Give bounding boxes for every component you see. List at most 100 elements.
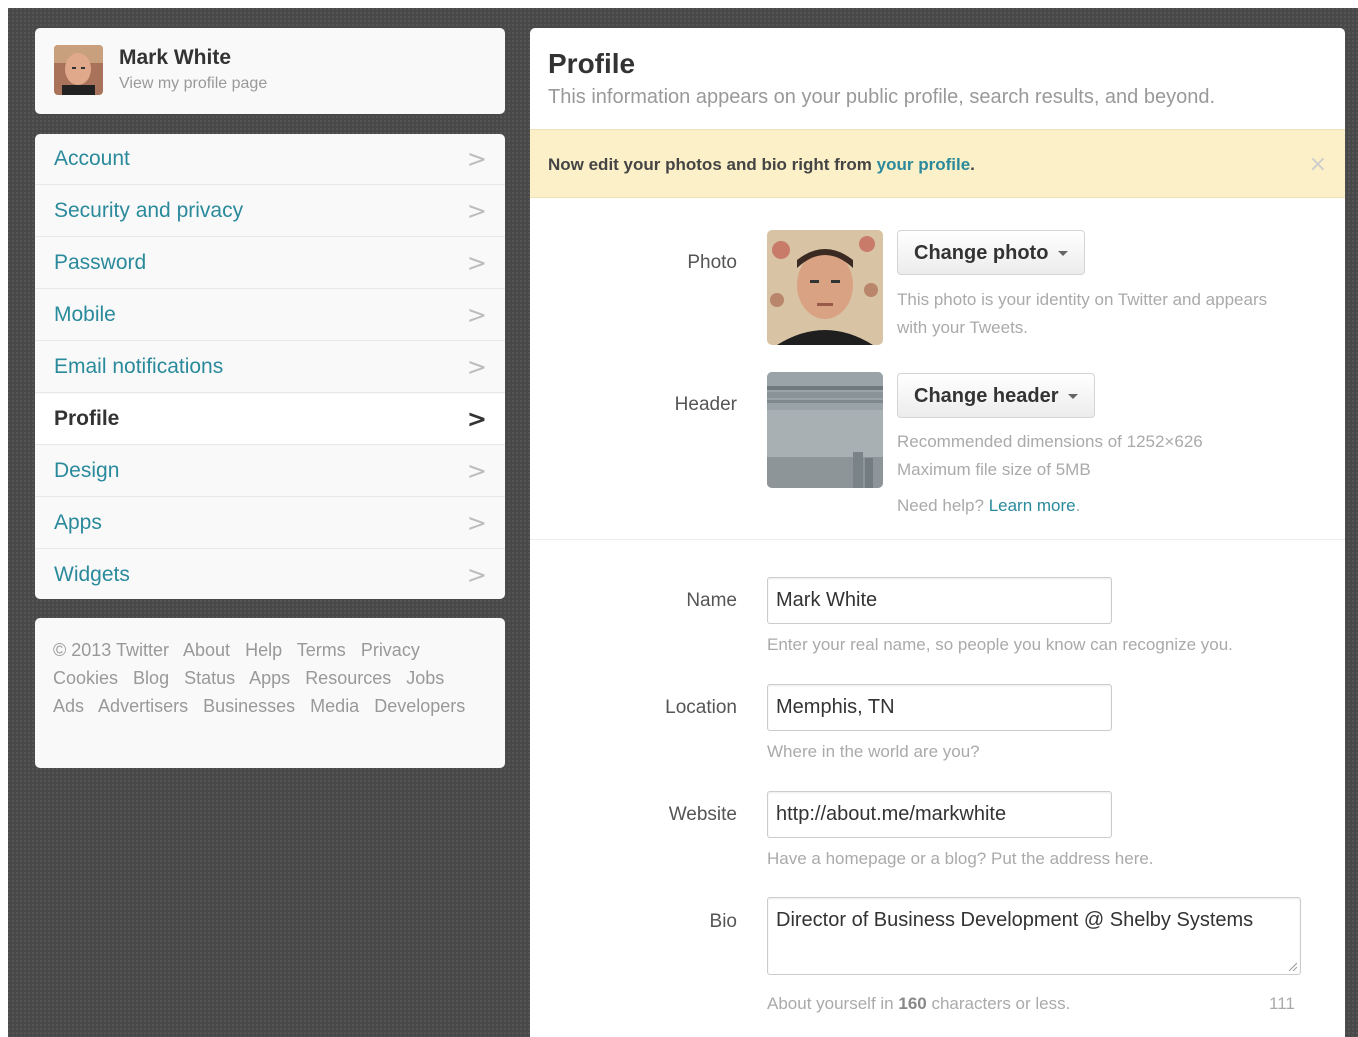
settings-nav: Account > Security and privacy > Passwor… [35, 134, 505, 599]
footer-link-about[interactable]: About [183, 640, 230, 660]
settings-page: Mark White View my profile page Account … [8, 8, 1358, 1037]
bio-label: Bio [709, 911, 737, 932]
change-header-button[interactable]: Change header [897, 373, 1096, 418]
photo-help-line: with your Tweets. [897, 318, 1029, 337]
header-label: Header [674, 394, 737, 415]
header-image[interactable] [767, 372, 883, 488]
name-field[interactable]: Mark White [767, 577, 1112, 624]
location-value: Memphis, TN [776, 696, 895, 718]
change-header-label: Change header [914, 385, 1059, 407]
nav-item-label: Account [54, 147, 130, 170]
mini-profile-card[interactable]: Mark White View my profile page [35, 28, 505, 114]
name-help: Enter your real name, so people you know… [767, 635, 1233, 654]
website-help: Have a homepage or a blog? Put the addre… [767, 849, 1154, 868]
view-profile-link[interactable]: View my profile page [119, 75, 267, 93]
footer-link-status[interactable]: Status [184, 668, 235, 688]
bio-help: About yourself in 160 characters or less… [767, 990, 1070, 1018]
photo-help-line: This photo is your identity on Twitter a… [897, 290, 1268, 309]
nav-item-label: Security and privacy [54, 199, 244, 222]
learn-more-link[interactable]: Learn more [989, 496, 1076, 515]
website-label: Website [668, 804, 737, 825]
location-help: Where in the world are you? [767, 742, 980, 761]
footer-link-advertisers[interactable]: Advertisers [98, 696, 188, 716]
caret-down-icon [1058, 251, 1069, 257]
your-profile-link[interactable]: your profile [877, 155, 971, 174]
footer-link-resources[interactable]: Resources [305, 668, 391, 688]
notice-banner: Now edit your photos and bio right from … [530, 129, 1345, 198]
footer-link-cookies[interactable]: Cookies [53, 668, 118, 688]
need-help-text: Need help? [897, 496, 989, 515]
learn-more-period: . [1075, 496, 1081, 515]
footer-copyright: © 2013 Twitter [53, 640, 169, 660]
location-label: Location [665, 697, 737, 718]
chevron-right-icon: > [466, 301, 487, 329]
nav-item-label: Email notifications [54, 355, 224, 378]
chevron-right-icon: > [466, 197, 487, 225]
nav-item-account[interactable]: Account > [35, 134, 505, 185]
nav-item-label: Mobile [54, 303, 116, 326]
chevron-right-icon: > [466, 457, 487, 485]
chevron-right-icon: > [466, 249, 487, 277]
photo-help: This photo is your identity on Twitter a… [897, 286, 1327, 342]
nav-item-apps[interactable]: Apps > [35, 498, 505, 549]
close-icon[interactable]: × [1309, 152, 1327, 177]
footer-link-terms[interactable]: Terms [297, 640, 346, 660]
profile-settings-panel: Profile This information appears on your… [530, 28, 1345, 1037]
bio-value: Director of Business Development @ Shelb… [776, 909, 1254, 931]
bio-textarea[interactable]: Director of Business Development @ Shelb… [767, 897, 1301, 975]
footer-link-businesses[interactable]: Businesses [203, 696, 295, 716]
website-field[interactable]: http://about.me/markwhite [767, 791, 1112, 838]
footer-link-developers[interactable]: Developers [374, 696, 465, 716]
footer-link-ads[interactable]: Ads [53, 696, 84, 716]
name-value: Mark White [776, 589, 878, 611]
footer-link-media[interactable]: Media [310, 696, 359, 716]
footer-link-jobs[interactable]: Jobs [406, 668, 444, 688]
notice-period: . [970, 155, 975, 174]
chevron-right-icon: > [466, 405, 487, 433]
footer-links: © 2013 Twitter About Help Terms Privacy … [53, 636, 483, 720]
footer-link-help[interactable]: Help [245, 640, 282, 660]
nav-item-profile[interactable]: Profile > [35, 394, 505, 445]
location-field[interactable]: Memphis, TN [767, 684, 1112, 731]
resize-grip-icon[interactable] [1287, 961, 1297, 971]
nav-item-email-notifications[interactable]: Email notifications > [35, 342, 505, 393]
change-photo-button[interactable]: Change photo [897, 230, 1086, 275]
nav-item-label: Design [54, 459, 120, 482]
nav-item-label: Password [54, 251, 147, 274]
notice-text: Now edit your photos and bio right from … [548, 155, 975, 175]
bio-help-post: characters or less. [926, 994, 1071, 1013]
chevron-right-icon: > [466, 353, 487, 381]
page-title: Profile [548, 48, 636, 79]
header-help-line: Recommended dimensions of 1252×626 [897, 432, 1203, 451]
bio-help-pre: About yourself in [767, 994, 899, 1013]
footer-link-privacy[interactable]: Privacy [361, 640, 420, 660]
caret-down-icon [1068, 394, 1079, 400]
nav-item-label: Widgets [54, 563, 130, 586]
bio-char-limit: 160 [898, 994, 927, 1013]
profile-photo[interactable] [767, 230, 883, 345]
nav-item-mobile[interactable]: Mobile > [35, 290, 505, 341]
chevron-right-icon: > [466, 509, 487, 537]
chevron-right-icon: > [466, 145, 487, 173]
nav-item-password[interactable]: Password > [35, 238, 505, 289]
user-name[interactable]: Mark White [119, 46, 231, 70]
nav-item-label: Apps [54, 511, 102, 534]
header-help-line: Maximum file size of 5MB [897, 460, 1091, 479]
nav-item-design[interactable]: Design > [35, 446, 505, 497]
avatar[interactable] [54, 45, 103, 95]
section-divider [530, 539, 1345, 540]
page-subtitle: This information appears on your public … [548, 86, 1216, 108]
notice-message: Now edit your photos and bio right from [548, 155, 877, 174]
footer-link-blog[interactable]: Blog [133, 668, 169, 688]
footer-link-apps[interactable]: Apps [249, 668, 290, 688]
bio-char-count: 111 [1269, 994, 1295, 1013]
nav-item-label: Profile [54, 407, 120, 430]
header-need-help: Need help? Learn more. [897, 492, 1327, 520]
header-help: Recommended dimensions of 1252×626 Maxim… [897, 428, 1327, 520]
photo-label: Photo [687, 252, 737, 273]
name-label: Name [686, 590, 737, 611]
footer-card: © 2013 Twitter About Help Terms Privacy … [35, 618, 505, 768]
nav-item-security-and-privacy[interactable]: Security and privacy > [35, 186, 505, 237]
nav-item-widgets[interactable]: Widgets > [35, 550, 505, 599]
change-photo-label: Change photo [914, 242, 1049, 264]
